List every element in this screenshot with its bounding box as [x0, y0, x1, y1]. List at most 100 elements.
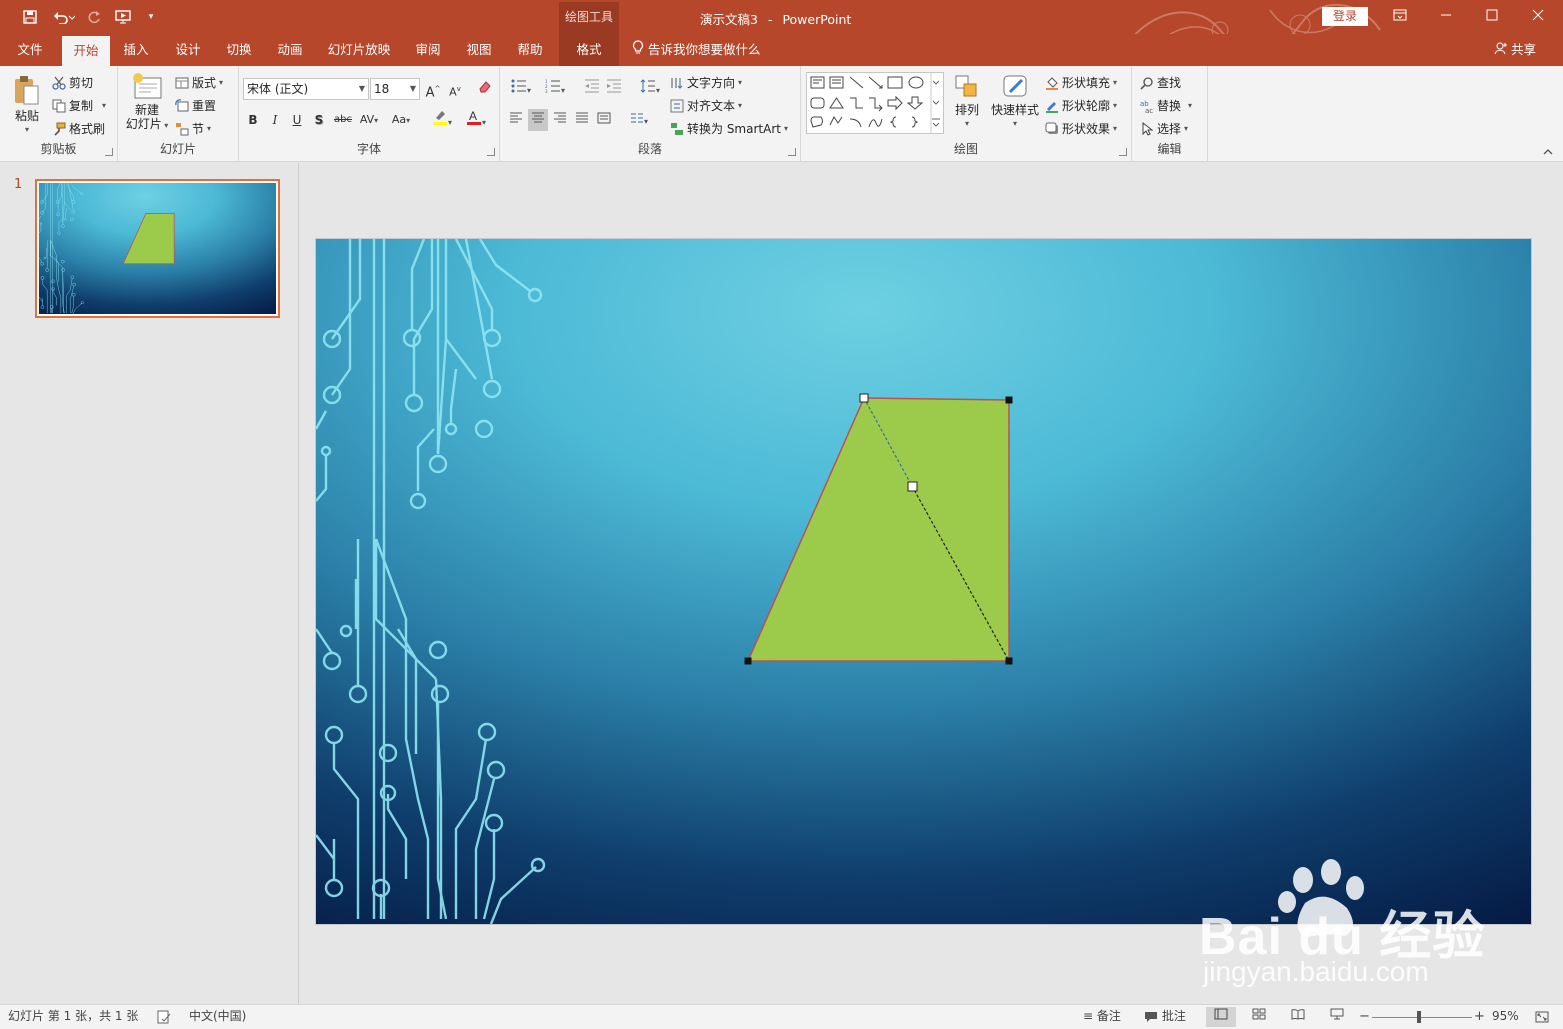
zoom-level[interactable]: 95% — [1492, 1005, 1519, 1029]
clipboard-launcher-icon[interactable] — [105, 148, 113, 156]
tab-home[interactable]: 开始 — [62, 36, 110, 66]
new-slide-button[interactable]: 新建 幻灯片 ▾ — [122, 72, 172, 133]
share-button[interactable]: 共享 — [1494, 34, 1536, 66]
increase-indent-icon — [607, 79, 621, 93]
zoom-out-icon[interactable]: − — [1359, 1005, 1370, 1029]
line-spacing-icon — [640, 79, 655, 93]
line-spacing-button[interactable]: ▾ — [636, 78, 664, 100]
font-name-combo[interactable]: 宋体 (正文) ▼ — [243, 78, 369, 100]
font-size-combo[interactable]: 18 ▼ — [370, 78, 420, 100]
shape-effects-button[interactable]: 形状效果 ▾ — [1045, 120, 1117, 137]
format-painter-button[interactable]: 格式刷 — [52, 120, 105, 137]
tab-format[interactable]: 格式 — [559, 34, 619, 66]
quick-styles-button[interactable]: 快速样式 ▾ — [989, 74, 1041, 131]
shape-outline-button[interactable]: 形状轮廓 ▾ — [1045, 97, 1117, 114]
zoom-in-icon[interactable]: + — [1474, 1005, 1485, 1029]
find-button[interactable]: 查找 — [1140, 74, 1181, 91]
maximize-icon[interactable] — [1472, 5, 1512, 29]
tab-transitions[interactable]: 切换 — [217, 34, 261, 66]
slide-sorter-view-icon[interactable] — [1244, 1007, 1274, 1027]
tab-animations[interactable]: 动画 — [268, 34, 312, 66]
replace-button[interactable]: ab ac 替换 ▾ — [1140, 97, 1192, 115]
shrink-font-button[interactable]: Av — [445, 78, 465, 100]
bullets-button[interactable]: ▾ — [506, 78, 536, 100]
text-shadow-button[interactable]: S — [309, 109, 329, 131]
slide-canvas[interactable] — [316, 239, 1531, 924]
slideshow-view-icon[interactable] — [1322, 1007, 1352, 1027]
shape-effects-label: 形状效果 — [1062, 122, 1111, 136]
align-left-button[interactable] — [506, 109, 526, 131]
replace-label: 替换 — [1157, 99, 1182, 113]
tab-help[interactable]: 帮助 — [508, 34, 552, 66]
start-from-beginning-icon[interactable] — [113, 7, 135, 27]
highlight-color-button[interactable]: ▾ — [428, 109, 456, 131]
shape-outline-label: 形状轮廓 — [1062, 99, 1111, 113]
tab-slideshow[interactable]: 幻灯片放映 — [320, 34, 398, 66]
underline-button[interactable]: U — [287, 109, 307, 131]
arrange-button[interactable]: 排列 ▾ — [949, 74, 985, 131]
align-text-button[interactable]: 对齐文本 ▾ — [670, 97, 742, 114]
tab-design[interactable]: 设计 — [166, 34, 210, 66]
font-launcher-icon[interactable] — [487, 148, 495, 156]
collapse-ribbon-icon[interactable] — [1543, 146, 1553, 159]
tab-insert[interactable]: 插入 — [114, 34, 158, 66]
distributed-button[interactable] — [594, 109, 614, 131]
zoom-slider-thumb[interactable] — [1417, 1011, 1422, 1023]
select-button[interactable]: 选择 ▾ — [1140, 120, 1188, 137]
increase-indent-button[interactable] — [604, 78, 624, 100]
new-slide-label-2: 幻灯片 — [125, 117, 162, 131]
comments-button[interactable]: 批注 — [1144, 1005, 1186, 1029]
section-button[interactable]: 节 ▾ — [175, 120, 211, 137]
cut-button[interactable]: 剪切 — [52, 74, 93, 91]
text-direction-icon — [670, 76, 684, 90]
drawing-launcher-icon[interactable] — [1119, 148, 1127, 156]
close-icon[interactable] — [1518, 5, 1558, 29]
numbering-button[interactable]: 1 2 3 ▾ — [540, 78, 570, 100]
slide-thumbnail[interactable] — [35, 179, 280, 318]
redo-icon[interactable] — [84, 7, 104, 27]
italic-button[interactable]: I — [265, 109, 285, 131]
copy-button[interactable]: 复制 ▾ — [52, 97, 106, 114]
minimize-icon[interactable] — [1426, 5, 1466, 29]
bold-button[interactable]: B — [243, 109, 263, 131]
layout-button[interactable]: 版式 ▾ — [175, 74, 223, 91]
align-right-button[interactable] — [550, 109, 570, 131]
tab-file[interactable]: 文件 — [8, 34, 52, 66]
paragraph-launcher-icon[interactable] — [788, 148, 796, 156]
comment-icon — [1144, 1009, 1158, 1023]
character-spacing-label: AV — [359, 113, 375, 126]
shape-fill-button[interactable]: 形状填充 ▾ — [1045, 74, 1117, 91]
tell-me-box[interactable]: 告诉我你想要做什么 — [632, 34, 761, 66]
zoom-slider[interactable] — [1372, 1017, 1472, 1018]
decrease-indent-button[interactable] — [582, 78, 602, 100]
login-button[interactable]: 登录 — [1322, 7, 1368, 26]
ribbon-display-options-icon[interactable] — [1380, 5, 1420, 29]
grow-font-button[interactable]: A^ — [423, 78, 443, 100]
align-center-button[interactable] — [528, 109, 548, 131]
paste-button[interactable]: 粘贴 ▾ — [8, 74, 46, 137]
justify-button[interactable] — [572, 109, 592, 131]
text-direction-label: 文字方向 — [687, 76, 736, 90]
undo-icon[interactable] — [50, 7, 78, 27]
spell-check-icon[interactable] — [157, 1005, 171, 1029]
columns-button[interactable]: ▾ — [624, 109, 654, 131]
customize-qat-icon[interactable]: ▾ — [143, 7, 159, 27]
clear-formatting-button[interactable] — [475, 78, 495, 100]
language-status[interactable]: 中文(中国) — [189, 1005, 246, 1029]
character-spacing-button[interactable]: AV▾ — [355, 109, 383, 131]
text-direction-button[interactable]: 文字方向 ▾ — [670, 74, 742, 91]
tab-review[interactable]: 审阅 — [406, 34, 450, 66]
section-label: 节 — [192, 122, 205, 136]
font-color-button[interactable]: A ▾ — [462, 109, 490, 131]
tab-view[interactable]: 视图 — [457, 34, 501, 66]
convert-smartart-button[interactable]: 转换为 SmartArt ▾ — [670, 120, 788, 137]
reset-button[interactable]: 重置 — [175, 97, 216, 114]
fit-slide-icon[interactable] — [1535, 1005, 1549, 1029]
shapes-gallery[interactable] — [806, 72, 944, 134]
strikethrough-button[interactable]: abc — [331, 109, 355, 131]
normal-view-icon[interactable] — [1206, 1007, 1236, 1027]
save-icon[interactable] — [20, 7, 40, 27]
change-case-button[interactable]: Aa▾ — [386, 109, 416, 131]
notes-button[interactable]: ≡ 备注 — [1083, 1005, 1121, 1029]
reading-view-icon[interactable] — [1283, 1007, 1313, 1027]
